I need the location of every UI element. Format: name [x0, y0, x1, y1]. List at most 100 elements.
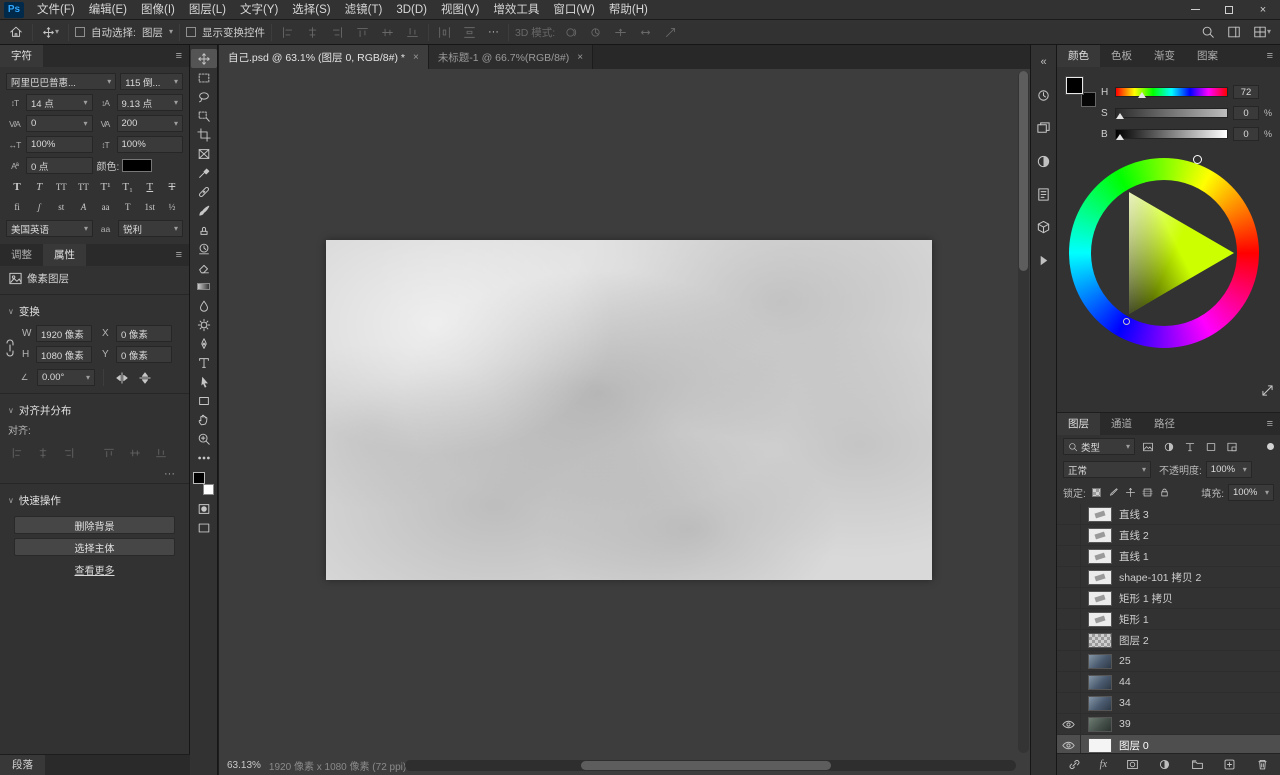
layer-name[interactable]: 图层 2 — [1119, 633, 1149, 648]
ligatures-button[interactable]: fi — [8, 199, 26, 215]
hue-ring-marker[interactable] — [1193, 155, 1202, 164]
layer-name[interactable]: 25 — [1119, 655, 1131, 667]
zoom-level[interactable]: 63.13% — [227, 760, 261, 771]
slide-3d-icon[interactable] — [636, 22, 655, 43]
comp-icon[interactable] — [1034, 118, 1054, 138]
flip-vertical-icon[interactable] — [136, 367, 154, 388]
filter-pixel-layers-icon[interactable] — [1139, 439, 1156, 455]
move-tool[interactable] — [191, 49, 217, 68]
move-tool-icon[interactable]: ▾ — [39, 22, 62, 43]
document-tab-active[interactable]: 自己.psd @ 63.1% (图层 0, RGB/8#) * × — [219, 45, 429, 69]
foreground-color-swatch[interactable] — [193, 472, 205, 484]
align-top-icon[interactable] — [353, 22, 372, 43]
width-input[interactable]: 1920 像素 — [36, 325, 92, 342]
close-tab-icon[interactable]: × — [413, 52, 419, 63]
align-h-center-icon[interactable] — [303, 22, 322, 43]
vertical-scrollbar-thumb[interactable] — [1019, 71, 1028, 271]
flip-horizontal-icon[interactable] — [112, 367, 132, 388]
crop-tool[interactable] — [191, 125, 217, 144]
foreground-color-swatch[interactable] — [1066, 77, 1083, 94]
saturation-slider-thumb[interactable] — [1116, 113, 1124, 119]
visibility-toggle[interactable] — [1057, 504, 1081, 524]
menu-window[interactable]: 窗口(W) — [546, 0, 602, 20]
layer-name[interactable]: 直线 1 — [1119, 549, 1149, 564]
lasso-tool[interactable] — [191, 87, 217, 106]
tab-patterns[interactable]: 图案 — [1186, 45, 1229, 67]
layer-thumbnail[interactable] — [1088, 654, 1112, 669]
layer-row[interactable]: 直线 2 — [1057, 525, 1280, 546]
lock-all-icon[interactable] — [1158, 485, 1171, 501]
rectangular-marquee-tool[interactable] — [191, 68, 217, 87]
vertical-scrollbar[interactable] — [1018, 71, 1029, 753]
faux-italic-button[interactable]: T — [30, 179, 48, 195]
panel-menu-icon[interactable]: ≡ — [1267, 50, 1273, 62]
align-more-button[interactable]: ··· — [0, 468, 189, 480]
auto-select-checkbox[interactable] — [75, 27, 85, 37]
opacity-select[interactable]: 100%▾ — [1206, 461, 1252, 478]
healing-brush-tool[interactable] — [191, 182, 217, 201]
layer-thumbnail[interactable] — [1088, 507, 1112, 522]
align-bottom-icon[interactable] — [403, 22, 422, 43]
baseline-shift-input[interactable]: 0 点 — [26, 157, 93, 174]
libraries-icon[interactable] — [1034, 184, 1054, 204]
type-tool[interactable] — [191, 353, 217, 372]
hand-tool[interactable] — [191, 410, 217, 429]
align-v-center-icon[interactable] — [126, 442, 144, 463]
see-more-link[interactable]: 查看更多 — [0, 562, 189, 577]
swash-button[interactable]: ʃ — [30, 199, 48, 215]
new-group-icon[interactable] — [1190, 757, 1205, 773]
menu-help[interactable]: 帮助(H) — [602, 0, 655, 20]
strikethrough-button[interactable]: T — [163, 179, 181, 195]
menu-view[interactable]: 视图(V) — [434, 0, 486, 20]
brightness-slider[interactable] — [1115, 129, 1228, 139]
pen-tool[interactable] — [191, 334, 217, 353]
horizontal-scrollbar[interactable] — [405, 760, 1016, 771]
tab-layers[interactable]: 图层 — [1057, 413, 1100, 435]
rectangle-tool[interactable] — [191, 391, 217, 410]
titling-alternates-button[interactable]: aa — [97, 199, 115, 215]
visibility-toggle[interactable] — [1057, 672, 1081, 692]
brush-tool[interactable] — [191, 201, 217, 220]
horizontal-scrollbar-thumb[interactable] — [581, 761, 831, 770]
brightness-value[interactable]: 0 — [1233, 127, 1259, 141]
tab-gradients[interactable]: 渐变 — [1143, 45, 1186, 67]
height-input[interactable]: 1080 像素 — [36, 346, 92, 363]
horizontal-scale-input[interactable]: 100% — [26, 136, 93, 153]
3d-icon[interactable] — [1034, 217, 1054, 237]
lock-position-icon[interactable] — [1124, 485, 1137, 501]
font-size-select[interactable]: 14 点▾ — [26, 94, 93, 111]
menu-plugins[interactable]: 增效工具 — [486, 0, 546, 20]
delete-layer-icon[interactable] — [1255, 757, 1270, 773]
layer-row[interactable]: 矩形 1 拷贝 — [1057, 588, 1280, 609]
align-right-icon[interactable] — [328, 22, 347, 43]
link-layers-icon[interactable] — [1067, 757, 1082, 773]
transform-section-header[interactable]: ∨变换 — [0, 298, 189, 323]
quick-actions-header[interactable]: ∨快速操作 — [0, 487, 189, 512]
menu-layer[interactable]: 图层(L) — [182, 0, 233, 20]
background-color-swatch[interactable] — [203, 484, 214, 495]
layer-row[interactable]: 44 — [1057, 672, 1280, 693]
edit-toolbar-button[interactable] — [191, 448, 217, 467]
filter-type-layers-icon[interactable] — [1181, 439, 1198, 455]
language-select[interactable]: 美国英语▾ — [6, 220, 93, 237]
layer-row[interactable]: 39 — [1057, 714, 1280, 735]
layer-row[interactable]: 图层 2 — [1057, 630, 1280, 651]
layer-name[interactable]: 34 — [1119, 697, 1131, 709]
expand-panels-icon[interactable]: « — [1034, 52, 1054, 72]
underline-button[interactable]: T — [141, 179, 159, 195]
minimize-icon[interactable] — [1178, 0, 1212, 20]
align-right-icon[interactable] — [60, 442, 78, 463]
filter-toggle[interactable] — [1267, 443, 1274, 450]
layer-row[interactable]: 25 — [1057, 651, 1280, 672]
menu-3d[interactable]: 3D(D) — [389, 0, 434, 20]
eyedropper-tool[interactable] — [191, 163, 217, 182]
visibility-toggle[interactable] — [1057, 714, 1081, 734]
tab-adjustments[interactable]: 调整 — [0, 244, 43, 266]
faux-bold-button[interactable]: T — [8, 179, 26, 195]
layer-name[interactable]: 44 — [1119, 676, 1131, 688]
screen-mode-button[interactable] — [191, 518, 217, 537]
visibility-toggle[interactable] — [1057, 693, 1081, 713]
dodge-tool[interactable] — [191, 315, 217, 334]
layer-thumbnail[interactable] — [1088, 591, 1112, 606]
rotate-angle-select[interactable]: 0.00°▾ — [37, 369, 95, 386]
